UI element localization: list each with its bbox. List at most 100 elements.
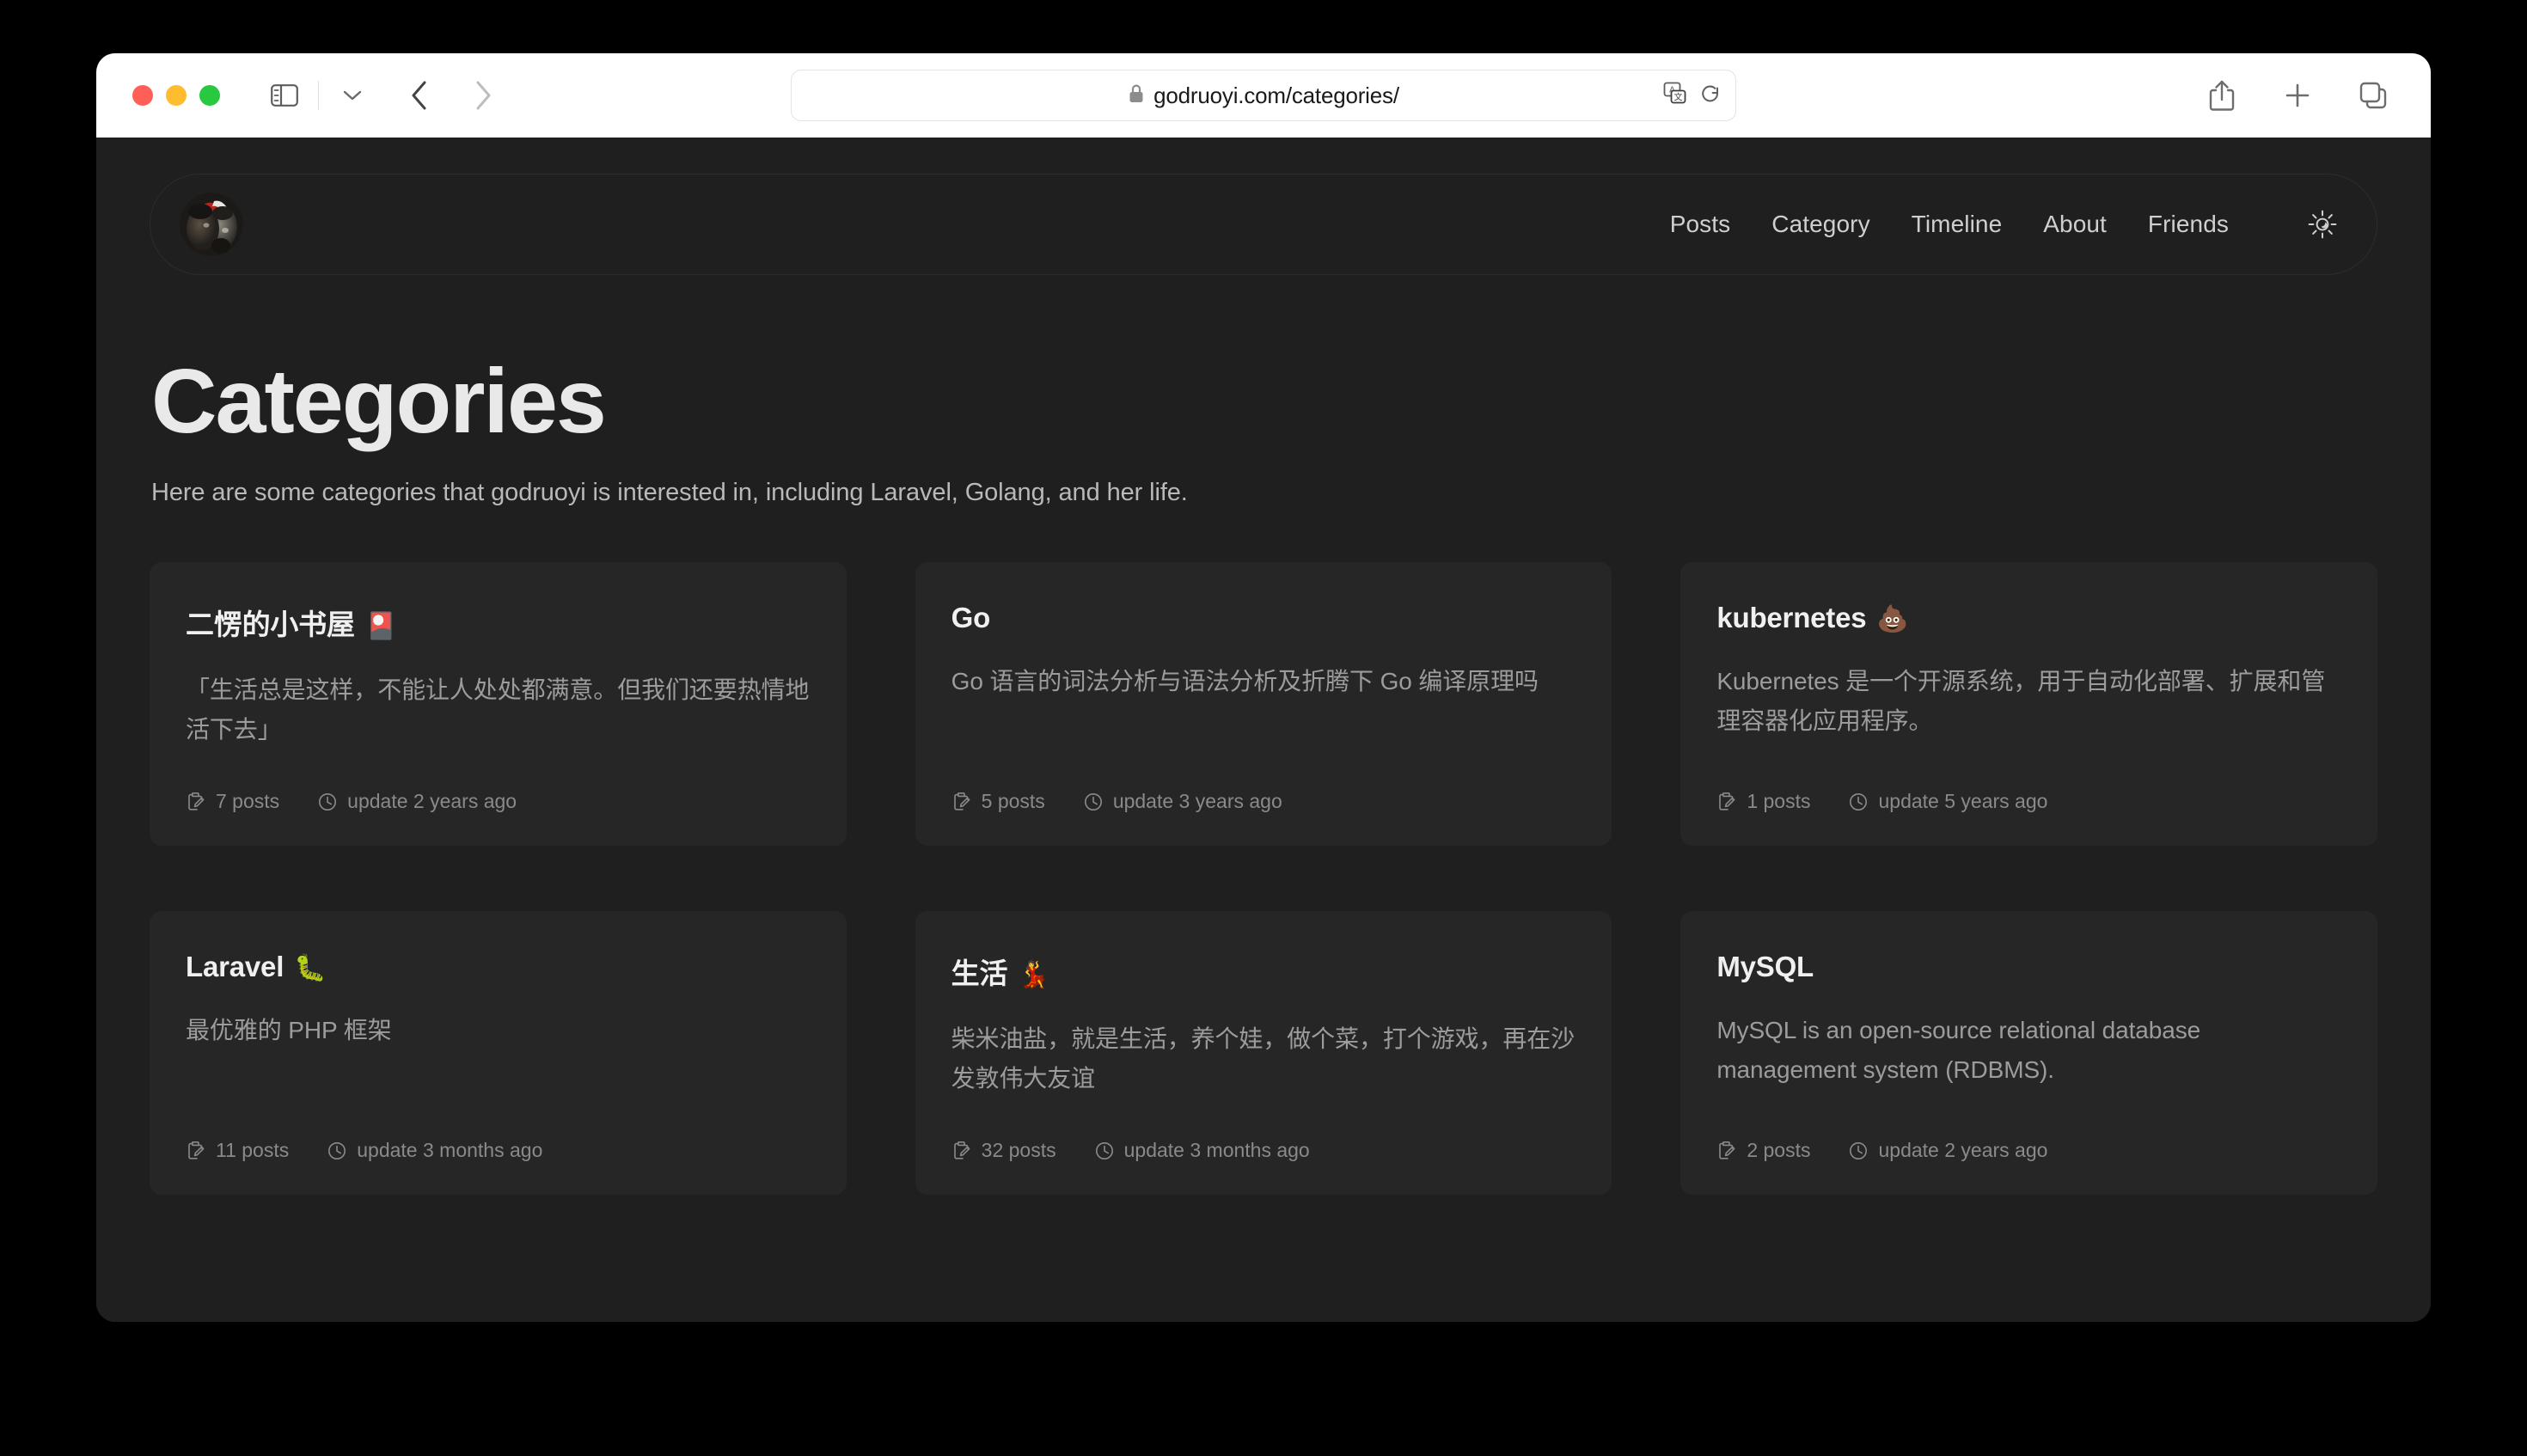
updated-time: update 3 years ago <box>1083 790 1282 813</box>
updated-time: update 2 years ago <box>317 790 517 813</box>
reload-icon[interactable] <box>1699 83 1722 109</box>
category-card-description: 「生活总是这样，不能让人处处都满意。但我们还要热情地活下去」 <box>186 676 810 743</box>
posts-count: 5 posts <box>951 790 1045 813</box>
category-card-title-text: 二愣的小书屋 <box>186 609 355 641</box>
category-card-meta: 11 posts update 3 months ago <box>186 1104 811 1162</box>
translate-icon[interactable]: A 文 <box>1663 82 1687 110</box>
category-card[interactable]: kubernetes 💩 Kubernetes 是一个开源系统，用于自动化部署、… <box>1680 562 2377 847</box>
category-card-title-text: 生活 <box>951 957 1008 990</box>
minimize-window-button[interactable] <box>166 85 187 106</box>
category-card-title-text: kubernetes <box>1716 602 1867 634</box>
posts-count-label: 11 posts <box>216 1139 290 1162</box>
category-card-title-text: Laravel <box>186 951 285 983</box>
clock-icon <box>1095 1141 1113 1159</box>
posts-count-label: 2 posts <box>1747 1139 1811 1162</box>
browser-window: godruoyi.com/categories/ A 文 <box>96 53 2431 1322</box>
browser-toolbar: godruoyi.com/categories/ A 文 <box>96 53 2431 138</box>
category-card-meta: 7 posts update 2 years ago <box>186 756 811 813</box>
posts-count-label: 7 posts <box>216 790 280 813</box>
page-title: Categories <box>151 351 607 452</box>
avatar[interactable] <box>180 193 243 256</box>
sidebar-toggle-button[interactable] <box>261 72 308 119</box>
toolbar-nav-group <box>261 72 506 119</box>
dancer-icon: 💃 <box>1018 961 1050 990</box>
clock-icon <box>1084 792 1102 811</box>
clock-icon <box>328 1141 346 1159</box>
posts-count: 1 posts <box>1716 790 1810 813</box>
address-bar-container: godruoyi.com/categories/ A 文 <box>791 70 1736 121</box>
clipboard-pencil-icon <box>1719 1141 1735 1159</box>
site-nav: Posts Category Timeline About Friends <box>1670 205 2342 244</box>
category-card[interactable]: Go Go 语言的词法分析与语法分析及折腾下 Go 编译原理吗 5 posts … <box>915 562 1612 847</box>
sidebar-dropdown-button[interactable] <box>329 72 376 119</box>
updated-time-label: update 3 years ago <box>1112 790 1282 813</box>
flower-card-icon: 🎴 <box>364 612 397 641</box>
svg-text:文: 文 <box>1674 91 1683 102</box>
category-card-title: MySQL <box>1716 951 2341 983</box>
caterpillar-icon: 🐛 <box>294 954 327 983</box>
clock-icon <box>319 792 337 811</box>
clipboard-pencil-icon <box>188 1141 205 1159</box>
nav-item-posts[interactable]: Posts <box>1670 211 1731 238</box>
category-card[interactable]: 二愣的小书屋 🎴 「生活总是这样，不能让人处处都满意。但我们还要热情地活下去」 <box>150 562 847 847</box>
category-card-title: 二愣的小书屋 🎴 <box>186 602 811 643</box>
posts-count: 7 posts <box>186 790 279 813</box>
nav-item-friends[interactable]: Friends <box>2148 211 2229 238</box>
updated-time-label: update 5 years ago <box>1878 790 2048 813</box>
updated-time: update 2 years ago <box>1848 1139 2047 1162</box>
lock-icon <box>1128 83 1145 108</box>
webpage-content: Posts Category Timeline About Friends Ca… <box>96 138 2431 1322</box>
tab-overview-button[interactable] <box>2350 72 2396 119</box>
category-cards-grid: 二愣的小书屋 🎴 「生活总是这样，不能让人处处都满意。但我们还要热情地活下去」 <box>150 562 2377 1196</box>
updated-time-label: update 3 months ago <box>357 1139 543 1162</box>
forward-button[interactable] <box>460 72 506 119</box>
maximize-window-button[interactable] <box>199 85 220 106</box>
category-card-title: 生活 💃 <box>951 951 1576 992</box>
updated-time-label: update 3 months ago <box>1123 1139 1310 1162</box>
window-controls <box>132 85 220 106</box>
category-card-title-text: MySQL <box>1716 951 1814 983</box>
close-window-button[interactable] <box>132 85 153 106</box>
share-button[interactable] <box>2199 72 2245 119</box>
toolbar-right-actions <box>2199 72 2396 119</box>
clipboard-pencil-icon <box>188 792 205 811</box>
updated-time: update 3 months ago <box>1094 1139 1310 1162</box>
site-header: Posts Category Timeline About Friends <box>150 174 2377 275</box>
posts-count-label: 1 posts <box>1747 790 1811 813</box>
nav-item-category[interactable]: Category <box>1771 211 1869 238</box>
category-card-title-text: Go <box>951 602 991 634</box>
address-bar-actions: A 文 <box>1663 82 1722 110</box>
updated-time: update 5 years ago <box>1848 790 2047 813</box>
category-card-meta: 32 posts update 3 months ago <box>951 1104 1576 1162</box>
back-button[interactable] <box>396 72 443 119</box>
updated-time-label: update 2 years ago <box>347 790 517 813</box>
new-tab-button[interactable] <box>2274 72 2321 119</box>
main-content: Categories Here are some categories that… <box>96 351 2431 1196</box>
clipboard-pencil-icon <box>953 792 970 811</box>
updated-time-label: update 2 years ago <box>1878 1139 2048 1162</box>
category-card-title: Go <box>951 602 1576 634</box>
category-card-description: Go 语言的词法分析与语法分析及折腾下 Go 编译原理吗 <box>951 668 1539 695</box>
category-card[interactable]: Laravel 🐛 最优雅的 PHP 框架 11 posts update 3 … <box>150 911 847 1196</box>
clipboard-pencil-icon <box>953 1141 970 1159</box>
nav-item-timeline[interactable]: Timeline <box>1912 211 2003 238</box>
category-card-description: 柴米油盐，就是生活，养个娃，做个菜，打个游戏，再在沙发敦伟大友谊 <box>951 1025 1576 1092</box>
theme-toggle-button[interactable] <box>2303 205 2342 244</box>
clock-icon <box>1850 1141 1868 1159</box>
nav-item-about[interactable]: About <box>2043 211 2107 238</box>
address-bar[interactable]: godruoyi.com/categories/ A 文 <box>791 70 1736 121</box>
updated-time: update 3 months ago <box>327 1139 542 1162</box>
category-card-meta: 5 posts update 3 years ago <box>951 756 1576 813</box>
clock-icon <box>1850 792 1868 811</box>
category-card-meta: 2 posts update 2 years ago <box>1716 1104 2341 1162</box>
address-bar-content: godruoyi.com/categories/ <box>1128 83 1399 109</box>
toolbar-divider <box>318 81 319 110</box>
category-card[interactable]: MySQL MySQL is an open-source relational… <box>1680 911 2377 1196</box>
posts-count: 11 posts <box>186 1139 289 1162</box>
posts-count-label: 32 posts <box>981 1139 1056 1162</box>
category-card-title: Laravel 🐛 <box>186 951 811 983</box>
poop-icon: 💩 <box>1876 605 1909 634</box>
category-card[interactable]: 生活 💃 柴米油盐，就是生活，养个娃，做个菜，打个游戏，再在沙发敦伟大友谊 32… <box>915 911 1612 1196</box>
page-subtitle: Here are some categories that godruoyi i… <box>151 479 1188 507</box>
category-card-description: MySQL is an open-source relational datab… <box>1716 1017 2201 1083</box>
